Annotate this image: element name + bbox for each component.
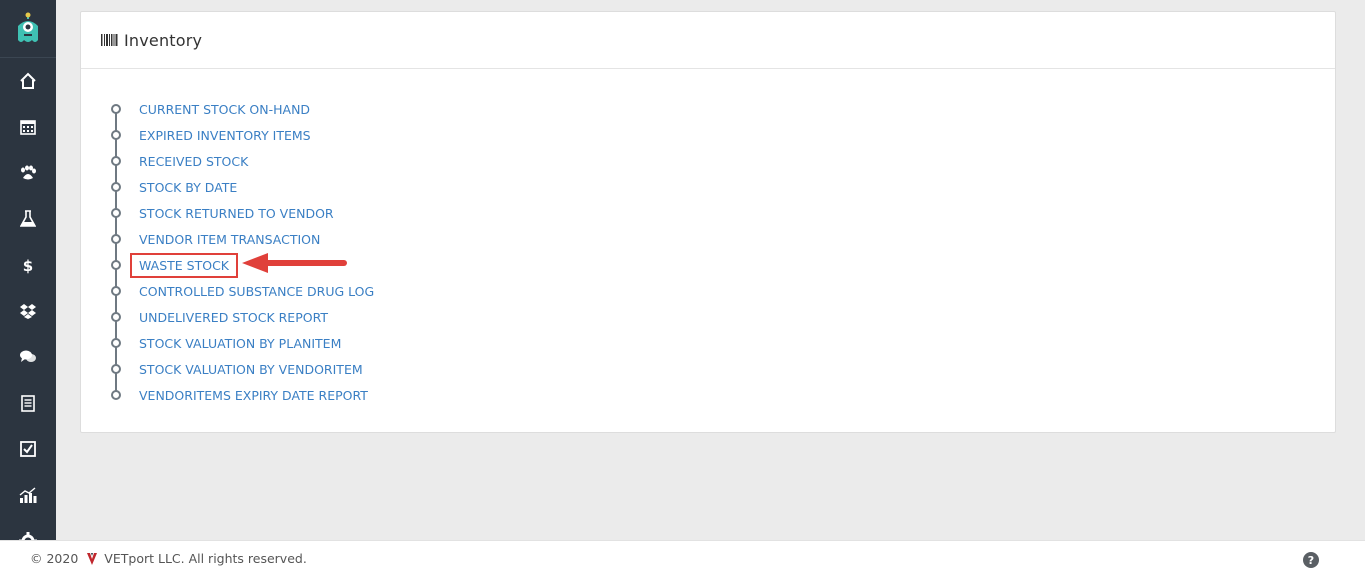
timeline-dot <box>111 338 121 348</box>
list-item: CURRENT STOCK ON-HAND <box>111 96 374 122</box>
home-icon[interactable] <box>0 58 56 104</box>
vendoritems-expiry-date-report-link[interactable]: VENDORITEMS EXPIRY DATE REPORT <box>139 388 368 403</box>
timeline-dot <box>111 234 121 244</box>
gear-icon[interactable] <box>0 518 56 540</box>
expired-inventory-items-link[interactable]: EXPIRED INVENTORY ITEMS <box>139 128 311 143</box>
undelivered-stock-report-link[interactable]: UNDELIVERED STOCK REPORT <box>139 310 328 325</box>
chart-icon[interactable] <box>0 472 56 518</box>
document-icon[interactable] <box>0 380 56 426</box>
list-item: CONTROLLED SUBSTANCE DRUG LOG <box>111 278 374 304</box>
company-text: VETport LLC. All rights reserved. <box>104 551 307 566</box>
timeline-dot <box>111 130 121 140</box>
footer: © 2020 VETport LLC. All rights reserved.… <box>0 540 1365 576</box>
list-item: VENDOR ITEM TRANSACTION <box>111 226 374 252</box>
panel-header: Inventory <box>81 12 1335 69</box>
stock-valuation-by-planitem-link[interactable]: STOCK VALUATION BY PLANITEM <box>139 336 341 351</box>
timeline-dot <box>111 260 121 270</box>
list-item: UNDELIVERED STOCK REPORT <box>111 304 374 330</box>
dollar-icon[interactable]: $ <box>0 242 56 288</box>
waste-stock-link[interactable]: WASTE STOCK <box>129 252 239 278</box>
annotation-arrow-icon <box>242 253 347 273</box>
list-item: EXPIRED INVENTORY ITEMS <box>111 122 374 148</box>
barcode-icon <box>101 31 118 50</box>
checkbox-icon[interactable] <box>0 426 56 472</box>
list-item: STOCK BY DATE <box>111 174 374 200</box>
timeline-dot <box>111 104 121 114</box>
monster-logo-icon[interactable] <box>0 0 56 58</box>
timeline-dot <box>111 182 121 192</box>
timeline-dot <box>111 286 121 296</box>
dropbox-icon[interactable] <box>0 288 56 334</box>
list-item: RECEIVED STOCK <box>111 148 374 174</box>
stock-by-date-link[interactable]: STOCK BY DATE <box>139 180 237 195</box>
stock-valuation-by-vendoritem-link[interactable]: STOCK VALUATION BY VENDORITEM <box>139 362 363 377</box>
sidebar: $ <box>0 0 56 540</box>
list-item: STOCK RETURNED TO VENDOR <box>111 200 374 226</box>
flask-icon[interactable] <box>0 196 56 242</box>
current-stock-on-hand-link[interactable]: CURRENT STOCK ON-HAND <box>139 102 310 117</box>
inventory-panel: Inventory CURRENT STOCK ON-HAND EXPIRED … <box>80 11 1336 433</box>
received-stock-link[interactable]: RECEIVED STOCK <box>139 154 248 169</box>
help-icon[interactable]: ? <box>1303 552 1319 568</box>
paw-icon[interactable] <box>0 150 56 196</box>
timeline-dot <box>111 312 121 322</box>
vetport-logo-icon <box>86 552 98 566</box>
page-title: Inventory <box>124 30 203 50</box>
controlled-substance-drug-log-link[interactable]: CONTROLLED SUBSTANCE DRUG LOG <box>139 284 374 299</box>
chat-icon[interactable] <box>0 334 56 380</box>
copyright-text: © 2020 <box>30 551 79 566</box>
timeline-dot <box>111 364 121 374</box>
timeline-dot <box>111 390 121 400</box>
svg-text:$: $ <box>23 257 33 274</box>
calendar-icon[interactable] <box>0 104 56 150</box>
list-item: VENDORITEMS EXPIRY DATE REPORT <box>111 382 374 408</box>
list-item: STOCK VALUATION BY PLANITEM <box>111 330 374 356</box>
list-item: STOCK VALUATION BY VENDORITEM <box>111 356 374 382</box>
vendor-item-transaction-link[interactable]: VENDOR ITEM TRANSACTION <box>139 232 320 247</box>
stock-returned-to-vendor-link[interactable]: STOCK RETURNED TO VENDOR <box>139 206 334 221</box>
timeline-dot <box>111 156 121 166</box>
timeline-dot <box>111 208 121 218</box>
